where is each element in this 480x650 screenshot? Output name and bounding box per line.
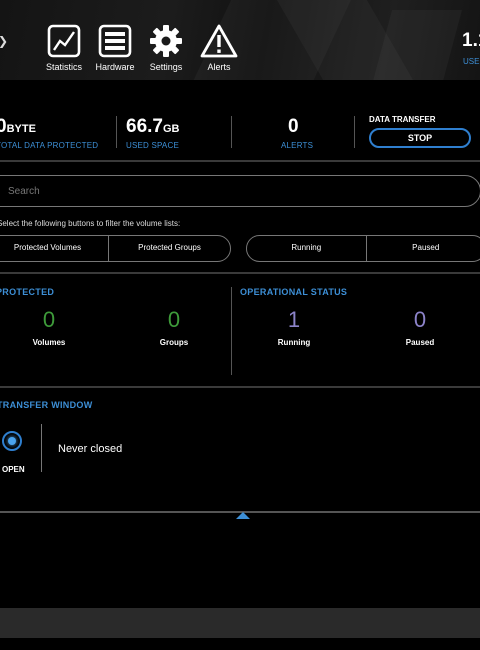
status-filter-group: Running Paused xyxy=(246,235,480,262)
protected-groups-count: 0 xyxy=(167,307,181,332)
used-space-unit: GB xyxy=(162,123,180,135)
paused-label: Paused xyxy=(405,338,435,347)
used-space-value: 66.7GB xyxy=(126,116,179,138)
divider xyxy=(231,287,232,375)
hardware-server-icon xyxy=(89,24,141,58)
running-count: 1 xyxy=(287,307,301,332)
total-protected-unit: BYTE xyxy=(6,123,36,135)
data-transfer-label: DATA TRANSFER xyxy=(369,115,436,124)
top-right-value: 1.1 xyxy=(462,30,480,51)
protected-volumes-label: Volumes xyxy=(32,338,66,347)
protected-section-title: PROTECTED xyxy=(0,287,55,297)
alerts-label: ALERTS xyxy=(281,141,314,150)
total-protected-number: 0 xyxy=(0,116,7,137)
used-space-label: USED SPACE xyxy=(126,141,179,150)
bottom-bar xyxy=(0,608,480,638)
filter-paused-button[interactable]: Paused xyxy=(365,236,480,261)
divider xyxy=(116,116,117,148)
radio-selected-dot xyxy=(8,437,16,445)
nav-settings-label: Settings xyxy=(149,62,183,72)
alerts-warning-icon xyxy=(193,24,245,58)
used-space-number: 66.7 xyxy=(126,116,163,137)
section-divider xyxy=(0,386,480,388)
filter-protected-volumes-button[interactable]: Protected Volumes xyxy=(0,236,108,261)
top-nav-bar: ❯ Statistics Hardware xyxy=(0,0,480,80)
nav-statistics-label: Statistics xyxy=(45,62,82,72)
total-protected-value: 0BYTE xyxy=(0,116,36,138)
divider xyxy=(41,424,42,472)
divider xyxy=(231,116,232,148)
divider xyxy=(354,116,355,148)
running-label: Running xyxy=(277,338,311,347)
statistics-chart-icon xyxy=(38,24,90,58)
app-page: ❯ Statistics Hardware xyxy=(0,0,480,650)
transfer-window-state-label: OPEN xyxy=(2,465,25,474)
nav-settings[interactable]: Settings xyxy=(140,24,192,72)
nav-hardware-label: Hardware xyxy=(95,62,135,72)
nav-alerts[interactable]: Alerts xyxy=(193,24,245,72)
transfer-window-title: TRANSFER WINDOW xyxy=(0,400,93,410)
operational-status-title: OPERATIONAL STATUS xyxy=(240,287,348,297)
filter-running-button[interactable]: Running xyxy=(247,236,366,261)
alerts-value: 0 xyxy=(288,116,299,137)
protected-groups-label: Groups xyxy=(159,338,189,347)
background-facet xyxy=(368,10,462,80)
collapsed-logo-fragment: ❯ xyxy=(0,34,8,48)
filter-protected-groups-button[interactable]: Protected Groups xyxy=(108,236,230,261)
nav-statistics[interactable]: Statistics xyxy=(38,24,90,72)
stop-transfer-button[interactable]: STOP xyxy=(369,128,471,148)
filter-hint-text: Select the following buttons to filter t… xyxy=(0,219,181,228)
protected-volumes-count: 0 xyxy=(42,307,56,332)
section-divider xyxy=(0,160,480,162)
transfer-window-status: Never closed xyxy=(58,443,123,455)
protected-filter-group: Protected Volumes Protected Groups xyxy=(0,235,231,262)
top-right-label: USE xyxy=(463,57,480,66)
paused-count: 0 xyxy=(413,307,427,332)
nav-alerts-label: Alerts xyxy=(207,62,231,72)
settings-gear-icon xyxy=(140,24,192,58)
section-divider xyxy=(0,272,480,274)
search-input[interactable] xyxy=(0,175,480,207)
total-protected-label: TOTAL DATA PROTECTED xyxy=(0,141,99,150)
collapse-arrow-icon[interactable] xyxy=(236,512,250,519)
nav-hardware[interactable]: Hardware xyxy=(89,24,141,72)
transfer-window-open-radio[interactable] xyxy=(2,431,22,451)
